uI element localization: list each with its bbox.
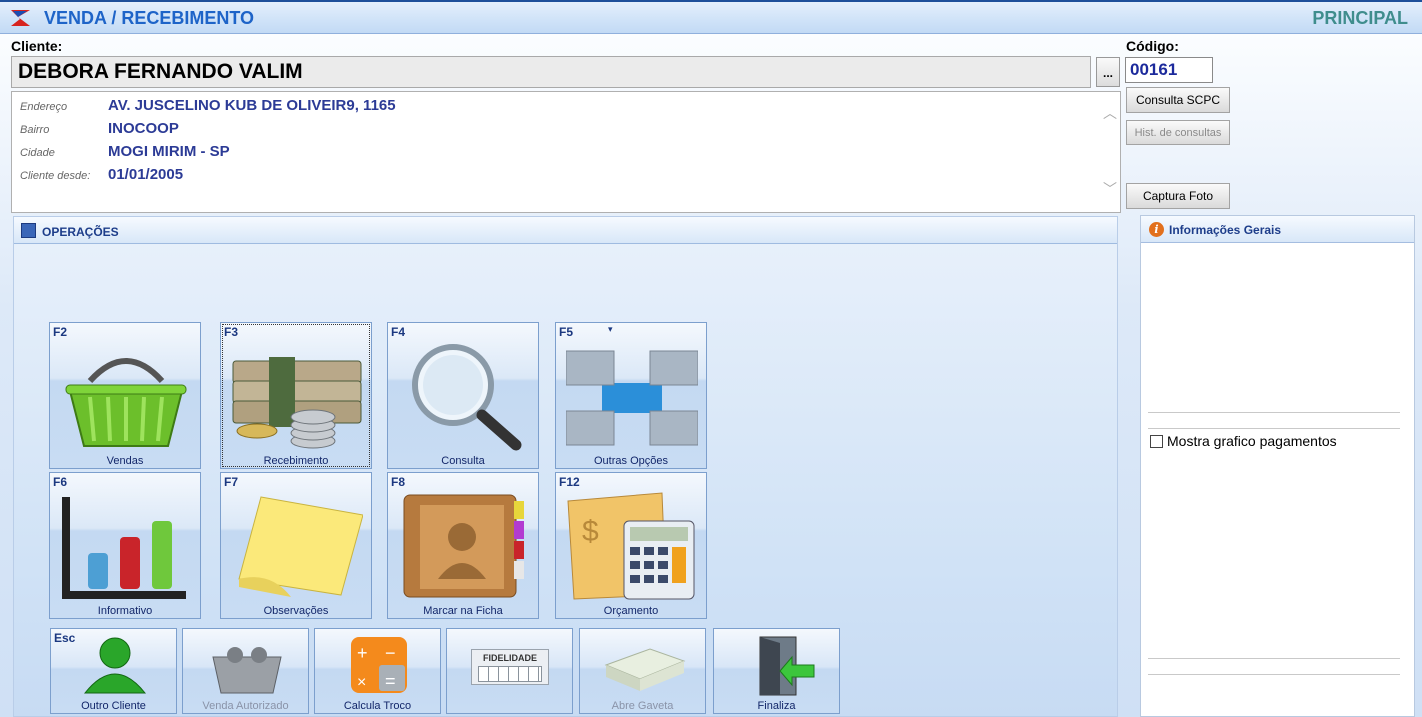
main-area: Cliente: DEBORA FERNANDO VALIM ... Códig… (0, 34, 1422, 717)
codigo-field[interactable]: 00161 (1125, 57, 1213, 83)
svg-text:$: $ (582, 515, 599, 548)
divider (1148, 428, 1400, 429)
cliente-label: Cliente: (11, 38, 63, 54)
svg-text:=: = (385, 671, 396, 691)
observacoes-tile[interactable]: F7 Observações (220, 472, 372, 619)
finaliza-tile[interactable]: Finaliza (713, 628, 840, 714)
tile-label: Outras Opções (594, 455, 668, 467)
info-value: AV. JUSCELINO KUB DE OLIVEIR9, 1165 (108, 97, 396, 114)
info-value: 01/01/2005 (108, 166, 184, 183)
outras-opcoes-tile[interactable]: F5 ▾ Outras Opções (555, 322, 707, 469)
operacoes-panel: OPERAÇÕES F2 Vendas F3 Recebimento F4 Co… (13, 216, 1118, 717)
fidelidade-tile[interactable]: FIDELIDADE (446, 628, 573, 714)
outro-cliente-tile[interactable]: Esc Outro Cliente (50, 628, 177, 714)
fidelidade-card-icon: FIDELIDADE (471, 649, 549, 685)
tile-label: Vendas (106, 455, 144, 467)
network-blocks-icon (566, 350, 698, 446)
info-key: Bairro (20, 124, 50, 136)
info-icon: i (1149, 222, 1164, 237)
cliente-lookup-button[interactable]: ... (1096, 57, 1120, 87)
consulta-scpc-button[interactable]: Consulta SCPC (1126, 87, 1230, 113)
principal-label: PRINCIPAL (1312, 8, 1408, 28)
tile-shortcut: F7 (224, 475, 239, 489)
info-key: Cliente desde: (20, 170, 91, 182)
vendas-tile[interactable]: F2 Vendas (49, 322, 201, 469)
venda-autorizado-tile[interactable]: Venda Autorizado (182, 628, 309, 714)
calculator-icon: + − × = (351, 637, 407, 693)
operacoes-title: OPERAÇÕES (42, 225, 119, 239)
marcar-na-ficha-tile[interactable]: F8 Marcar na Ficha (387, 472, 539, 619)
operacoes-icon (21, 223, 36, 238)
app-logo-icon (11, 10, 30, 26)
tile-shortcut: F2 (53, 325, 68, 339)
info-key: Endereço (20, 101, 68, 113)
divider (1148, 674, 1400, 675)
tile-label: Orçamento (603, 605, 659, 617)
magnifier-icon (412, 344, 522, 451)
svg-text:×: × (357, 674, 366, 691)
operacoes-header: OPERAÇÕES (14, 217, 1117, 244)
exit-door-icon (759, 636, 815, 696)
tile-shortcut: F6 (53, 475, 68, 489)
tile-label: Finaliza (757, 700, 796, 712)
recebimento-tile[interactable]: F3 Recebimento (220, 322, 372, 469)
tile-label: Consulta (441, 455, 485, 467)
tile-shortcut: F3 (224, 325, 239, 339)
tile-shortcut: F4 (391, 325, 406, 339)
dropdown-arrow-icon: ▾ (608, 324, 613, 334)
abre-gaveta-tile[interactable]: Abre Gaveta (579, 628, 706, 714)
tile-label: Outro Cliente (81, 700, 146, 712)
captura-foto-button[interactable]: Captura Foto (1126, 183, 1230, 209)
info-value: INOCOOP (108, 120, 179, 137)
svg-text:+: + (357, 643, 368, 663)
shopping-basket-icon (65, 358, 187, 447)
informativo-tile[interactable]: F6 Informativo (49, 472, 201, 619)
cash-drawer-icon (604, 648, 686, 691)
tile-label: Marcar na Ficha (423, 605, 503, 617)
info-key: Cidade (20, 147, 55, 159)
tile-label: Recebimento (263, 455, 329, 467)
tile-label: Abre Gaveta (611, 700, 674, 712)
consulta-tile[interactable]: F4 Consulta (387, 322, 539, 469)
tile-shortcut: F12 (559, 475, 580, 489)
title-bar: VENDA / RECEBIMENTO PRINCIPAL (0, 0, 1422, 34)
calculator-folder-icon: $ (567, 492, 695, 600)
divider (1148, 412, 1400, 413)
fidelidade-badge: FIDELIDADE (483, 653, 537, 663)
informacoes-gerais-title: Informações Gerais (1169, 223, 1282, 237)
info-value: MOGI MIRIM - SP (108, 143, 230, 160)
tile-label: Calcula Troco (343, 700, 412, 712)
tile-label: Venda Autorizado (202, 700, 289, 712)
hist-consultas-button[interactable]: Hist. de consultas (1126, 120, 1230, 145)
informacoes-gerais-panel: i Informações Gerais Mostra grafico paga… (1140, 215, 1415, 717)
cliente-name-field[interactable]: DEBORA FERNANDO VALIM (11, 56, 1091, 88)
informacoes-gerais-header: i Informações Gerais (1141, 216, 1414, 243)
window-title: VENDA / RECEBIMENTO (44, 8, 255, 28)
orcamento-tile[interactable]: F12 $ Orçamento (555, 472, 707, 619)
svg-text:−: − (385, 643, 396, 663)
money-stack-icon (232, 357, 362, 449)
authorized-basket-icon (212, 647, 282, 694)
sticky-note-icon (238, 496, 363, 597)
client-info-box: Endereço AV. JUSCELINO KUB DE OLIVEIR9, … (11, 91, 1121, 213)
scroll-up-icon[interactable]: ︿ (1103, 106, 1117, 120)
tile-shortcut: F8 (391, 475, 406, 489)
codigo-label: Código: (1126, 38, 1179, 54)
calcula-troco-tile[interactable]: + − × = Calcula Troco (314, 628, 441, 714)
scroll-down-icon[interactable]: ﹀ (1103, 182, 1117, 196)
address-book-icon (403, 494, 524, 598)
user-icon (83, 637, 147, 694)
mostra-grafico-checkbox[interactable] (1150, 435, 1163, 448)
tile-label: Observações (263, 605, 329, 617)
tile-label: Informativo (97, 605, 153, 617)
divider (1148, 658, 1400, 659)
bar-chart-icon (62, 497, 186, 599)
tile-shortcut: F5 (559, 325, 574, 339)
mostra-grafico-label[interactable]: Mostra grafico pagamentos (1167, 433, 1337, 449)
